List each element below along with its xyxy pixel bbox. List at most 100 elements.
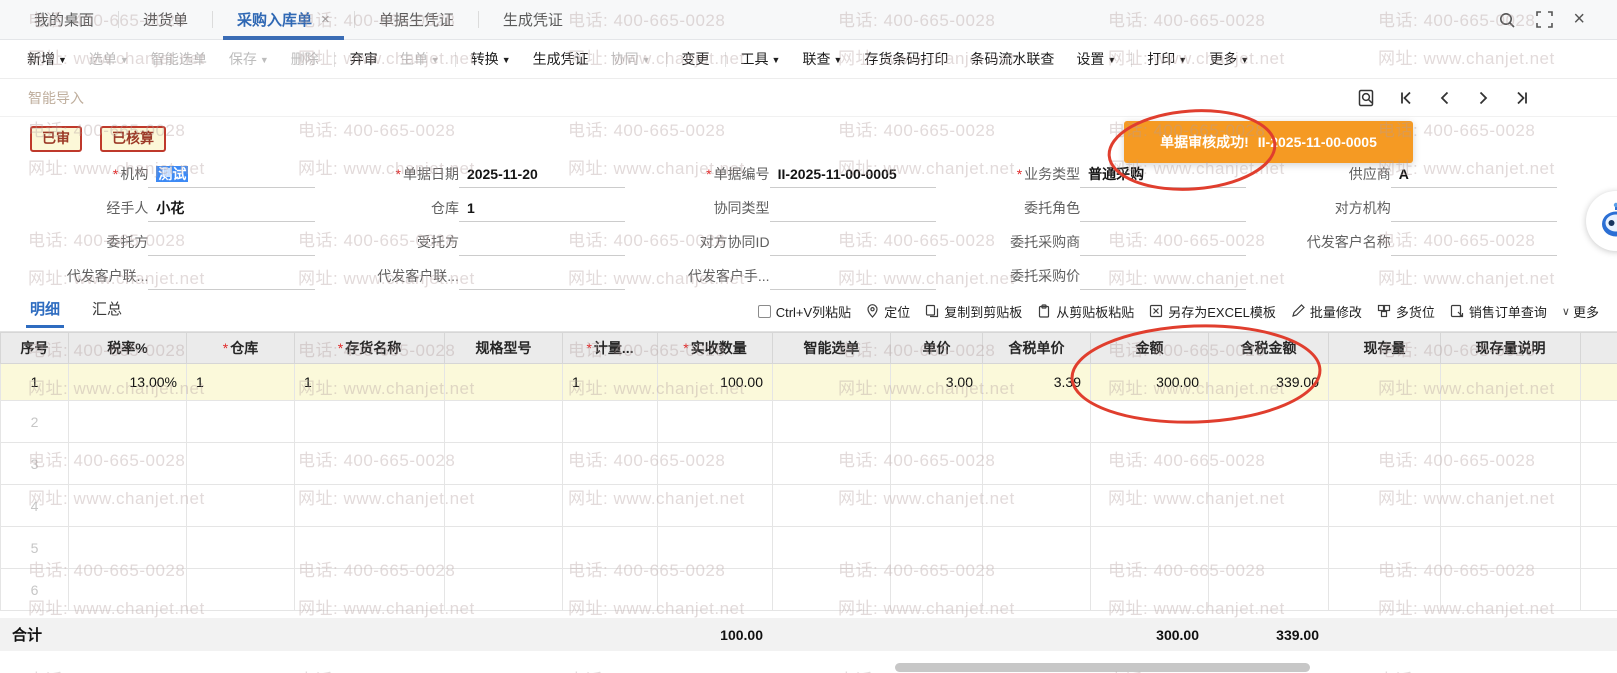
toolbar-button[interactable]: 更多 ▼	[1198, 49, 1260, 69]
grid-tool[interactable]: Ctrl+V列粘贴	[757, 302, 851, 321]
grid-cell[interactable]	[982, 526, 1091, 569]
grid-cell[interactable]	[294, 400, 445, 443]
grid-cell[interactable]	[1580, 363, 1617, 401]
grid-cell[interactable]	[294, 568, 445, 611]
grid-column-header[interactable]: 智能选单	[772, 332, 891, 364]
grid-cell[interactable]	[657, 400, 773, 443]
grid-cell[interactable]	[1580, 568, 1617, 611]
grid-column-header[interactable]: * 实收数量	[657, 332, 773, 364]
grid-cell[interactable]: 1	[186, 363, 295, 401]
grid-cell[interactable]	[1328, 526, 1441, 569]
grid-cell[interactable]	[1440, 400, 1581, 443]
field-input[interactable]: 2025-11-20	[458, 166, 626, 188]
smart-import-button[interactable]: 智能导入	[16, 88, 96, 108]
grid-cell[interactable]: 300.00	[1090, 363, 1209, 401]
grid-cell[interactable]	[1440, 442, 1581, 485]
grid-column-header[interactable]: 税率%	[68, 332, 187, 364]
grid-cell[interactable]	[772, 442, 891, 485]
grid-tool[interactable]: 另存为EXCEL模板	[1149, 302, 1276, 321]
toolbar-button[interactable]: 存货条码打印	[853, 49, 959, 69]
grid-cell[interactable]	[772, 363, 891, 401]
grid-empty-row[interactable]: 2	[0, 400, 1617, 443]
grid-cell[interactable]	[657, 442, 773, 485]
grid-tool[interactable]: 复制到剪贴板	[925, 302, 1022, 321]
grid-tool[interactable]: 多货位	[1377, 302, 1435, 321]
grid-cell[interactable]	[186, 400, 295, 443]
grid-cell[interactable]	[1328, 442, 1441, 485]
field-input[interactable]	[1080, 234, 1247, 256]
grid-tool[interactable]: 定位	[866, 302, 910, 321]
nav-prev-icon[interactable]	[1437, 90, 1453, 106]
toolbar-button[interactable]: 打印 ▼	[1136, 49, 1198, 69]
grid-column-header[interactable]: * 计量...	[562, 332, 658, 364]
grid-cell[interactable]	[772, 484, 891, 527]
grid-data-row[interactable]: 1 13.00% 1 1 1 100.00 3.00 3.39 300.00 339.00	[0, 363, 1617, 401]
window-tab[interactable]: 单据生凭证	[355, 0, 478, 40]
grid-cell[interactable]	[1208, 442, 1329, 485]
grid-cell[interactable]	[1208, 526, 1329, 569]
grid-cell[interactable]	[1328, 363, 1441, 401]
toolbar-button[interactable]: 弃审	[339, 49, 389, 69]
horizontal-scrollbar[interactable]	[0, 663, 1617, 672]
grid-cell[interactable]	[772, 400, 891, 443]
toolbar-button[interactable]: 联查 ▼	[791, 49, 853, 69]
grid-column-header[interactable]: * 存货名称	[294, 332, 445, 364]
grid-cell[interactable]	[186, 526, 295, 569]
grid-cell[interactable]	[444, 526, 563, 569]
grid-cell[interactable]	[1208, 484, 1329, 527]
grid-cell[interactable]	[68, 400, 187, 443]
field-input[interactable]: 小花	[148, 198, 315, 222]
grid-cell[interactable]	[890, 442, 983, 485]
grid-column-header[interactable]: 协同类	[1580, 332, 1617, 364]
toolbar-button[interactable]: 条码流水联查	[959, 49, 1065, 69]
grid-cell[interactable]	[1090, 400, 1209, 443]
grid-column-header[interactable]: 金额	[1090, 332, 1209, 364]
grid-cell[interactable]	[982, 442, 1091, 485]
field-input[interactable]	[458, 268, 626, 290]
grid-cell[interactable]	[444, 400, 563, 443]
field-input[interactable]: 1	[458, 200, 626, 222]
grid-cell[interactable]: 3.00	[890, 363, 983, 401]
detail-tab[interactable]: 明细	[14, 291, 76, 331]
toolbar-button[interactable]: 生成凭证	[522, 49, 600, 69]
grid-column-header[interactable]: 序号	[0, 332, 69, 364]
grid-column-header[interactable]: 规格型号	[444, 332, 563, 364]
field-input[interactable]: 普通采购	[1080, 164, 1247, 188]
nav-first-icon[interactable]	[1399, 90, 1415, 106]
grid-cell[interactable]	[1440, 526, 1581, 569]
grid-cell[interactable]	[186, 484, 295, 527]
field-input[interactable]	[1390, 234, 1557, 256]
grid-cell[interactable]	[1090, 442, 1209, 485]
grid-cell[interactable]: 3.39	[982, 363, 1091, 401]
grid-cell[interactable]	[890, 568, 983, 611]
grid-cell[interactable]: 100.00	[657, 363, 773, 401]
grid-cell[interactable]	[1208, 568, 1329, 611]
grid-empty-row[interactable]: 3	[0, 442, 1617, 485]
grid-tool[interactable]: 从剪贴板粘贴	[1037, 302, 1134, 321]
grid-cell[interactable]	[890, 400, 983, 443]
grid-cell[interactable]	[68, 526, 187, 569]
grid-column-header[interactable]: 含税单价	[982, 332, 1091, 364]
field-input[interactable]	[458, 234, 626, 256]
grid-cell[interactable]	[294, 526, 445, 569]
grid-cell[interactable]	[68, 442, 187, 485]
field-input[interactable]: II-2025-11-00-0005	[769, 166, 936, 188]
grid-cell[interactable]	[562, 400, 658, 443]
grid-cell[interactable]	[982, 400, 1091, 443]
doc-search-icon[interactable]	[1357, 88, 1377, 108]
grid-column-header[interactable]: 现存量说明	[1440, 332, 1581, 364]
grid-empty-row[interactable]: 5	[0, 526, 1617, 569]
close-icon[interactable]: ×	[1573, 9, 1585, 29]
nav-next-icon[interactable]	[1475, 90, 1491, 106]
scrollbar-thumb[interactable]	[895, 663, 1310, 672]
field-input[interactable]: 测试	[148, 164, 315, 188]
grid-cell[interactable]	[186, 442, 295, 485]
toolbar-button[interactable]: 新增 ▼	[16, 49, 78, 69]
grid-cell[interactable]	[562, 484, 658, 527]
field-input[interactable]	[769, 234, 936, 256]
grid-cell[interactable]	[1328, 568, 1441, 611]
grid-column-header[interactable]: * 仓库	[186, 332, 295, 364]
grid-cell[interactable]	[982, 484, 1091, 527]
grid-cell[interactable]: 13.00%	[68, 363, 187, 401]
grid-cell[interactable]	[562, 526, 658, 569]
